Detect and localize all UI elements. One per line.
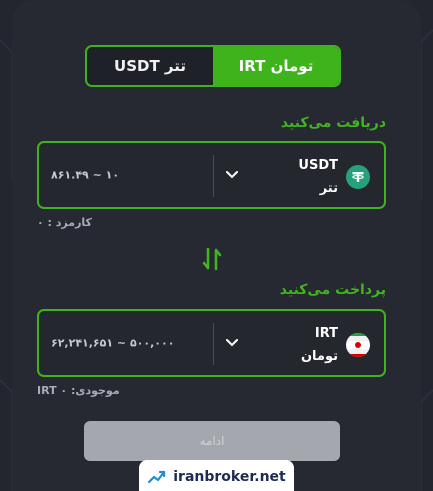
receive-field[interactable]: ۱۰ ~ ۸۶۱.۴۹ USDT تتر — [37, 141, 386, 209]
watermark-badge: iranbroker.net — [139, 460, 294, 491]
chart-logo-icon — [148, 470, 166, 484]
chevron-down-icon[interactable] — [223, 166, 241, 184]
chevron-down-icon[interactable] — [223, 334, 241, 352]
receive-title: دریافت می‌کنید — [280, 115, 386, 131]
tab-irt[interactable]: تومان IRT — [213, 47, 339, 85]
pay-title: پرداخت می‌کنید — [279, 282, 386, 298]
pay-currency-name: تومان — [300, 349, 338, 364]
receive-currency-code: USDT — [298, 158, 338, 173]
pay-currency-code: IRT — [314, 326, 338, 341]
receive-currency-name: تتر — [319, 181, 338, 196]
continue-button[interactable]: ادامه — [84, 421, 340, 461]
pay-range: ۵۰۰,۰۰۰ ~ ۶۲,۲۴۱,۶۵۱ — [51, 336, 175, 350]
iran-flag-icon — [346, 333, 370, 357]
receive-range: ۱۰ ~ ۸۶۱.۴۹ — [51, 168, 120, 182]
swap-vertical-icon[interactable] — [200, 246, 224, 272]
tab-usdt[interactable]: تتر USDT — [87, 47, 213, 85]
pay-field[interactable]: ۵۰۰,۰۰۰ ~ ۶۲,۲۴۱,۶۵۱ IRT تومان — [37, 309, 386, 377]
field-divider — [213, 323, 214, 365]
watermark-text: iranbroker.net — [173, 469, 286, 485]
currency-toggle: تتر USDT تومان IRT — [85, 45, 341, 87]
balance-text: موجودی: ۰ IRT — [37, 384, 120, 397]
field-divider — [213, 155, 214, 197]
tether-icon — [346, 165, 370, 189]
fee-text: کارمزد : ۰ — [37, 216, 92, 229]
